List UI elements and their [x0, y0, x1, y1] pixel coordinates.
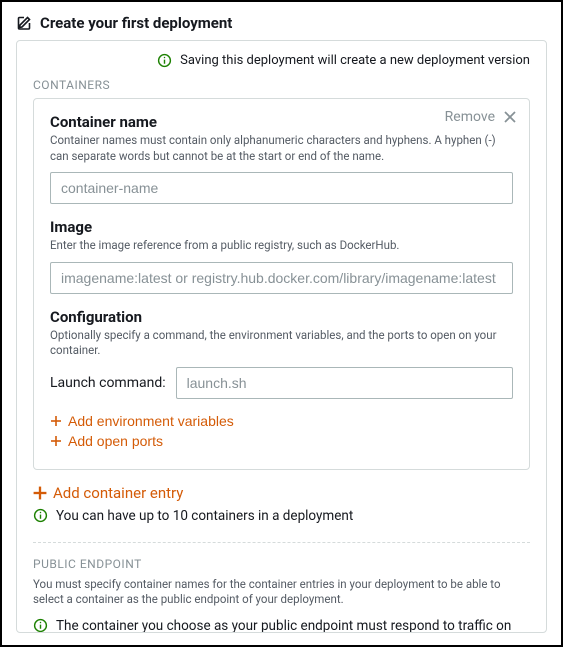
info-banner: Saving this deployment will create a new…: [33, 53, 530, 68]
config-field: Configuration Optionally specify a comma…: [50, 308, 513, 449]
plus-icon: [50, 415, 62, 427]
card-body: Saving this deployment will create a new…: [17, 41, 546, 633]
container-name-input[interactable]: [50, 172, 513, 204]
public-endpoint-hint-text: The container you choose as your public …: [56, 618, 530, 633]
edit-icon: [16, 15, 32, 31]
public-endpoint-hint: The container you choose as your public …: [33, 618, 530, 633]
launch-command-row: Launch command:: [50, 367, 513, 399]
add-env-label: Add environment variables: [68, 413, 234, 429]
page-title: Create your first deployment: [40, 14, 232, 32]
public-endpoint-label: PUBLIC ENDPOINT: [33, 557, 530, 571]
container-entry: Remove Container name Container names mu…: [33, 98, 530, 470]
container-name-title: Container name: [50, 113, 513, 131]
plus-icon: [50, 435, 62, 447]
config-title: Configuration: [50, 308, 513, 326]
add-ports-button[interactable]: Add open ports: [50, 433, 163, 449]
info-icon: [33, 508, 48, 523]
add-env-button[interactable]: Add environment variables: [50, 413, 234, 429]
launch-command-input[interactable]: [176, 367, 513, 399]
add-container-entry-button[interactable]: Add container entry: [33, 484, 530, 502]
info-icon: [33, 618, 48, 633]
page-title-row: Create your first deployment: [16, 14, 547, 32]
card: Saving this deployment will create a new…: [16, 40, 547, 633]
add-container-entry-label: Add container entry: [53, 484, 183, 502]
container-name-field: Container name Container names must cont…: [50, 113, 513, 204]
public-endpoint-desc: You must specify container names for the…: [33, 577, 530, 608]
deployment-panel: Create your first deployment Saving this…: [0, 0, 563, 647]
container-name-desc: Container names must contain only alphan…: [50, 133, 513, 164]
close-icon: [503, 110, 517, 124]
remove-label: Remove: [445, 109, 495, 125]
image-desc: Enter the image reference from a public …: [50, 238, 513, 254]
image-input[interactable]: [50, 262, 513, 294]
launch-command-label: Launch command:: [50, 375, 166, 391]
containers-section-label: CONTAINERS: [33, 78, 530, 92]
container-limit-text: You can have up to 10 containers in a de…: [56, 508, 353, 524]
config-desc: Optionally specify a command, the enviro…: [50, 328, 513, 359]
remove-button[interactable]: Remove: [445, 109, 517, 125]
info-icon: [157, 53, 172, 68]
plus-icon: [33, 486, 47, 500]
container-limit-hint: You can have up to 10 containers in a de…: [33, 508, 530, 524]
image-title: Image: [50, 218, 513, 236]
info-banner-text: Saving this deployment will create a new…: [180, 53, 530, 68]
add-ports-label: Add open ports: [68, 433, 163, 449]
image-field: Image Enter the image reference from a p…: [50, 218, 513, 294]
divider: [33, 542, 530, 543]
